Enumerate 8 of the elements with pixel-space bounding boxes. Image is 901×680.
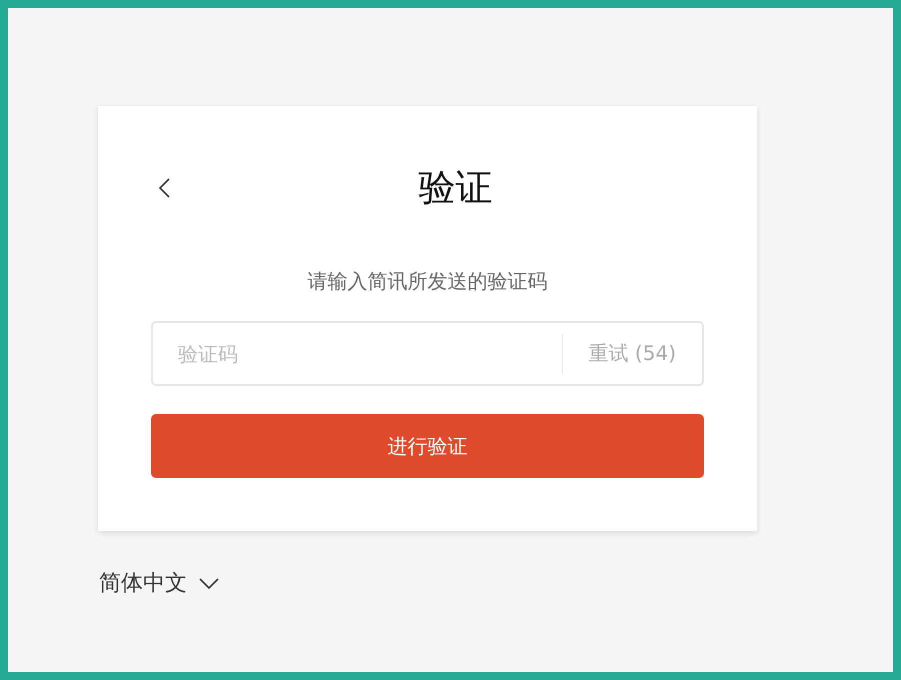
back-chevron-icon [158,178,170,198]
language-selector[interactable]: 简体中文 [99,571,219,597]
caret-down-icon [199,578,219,590]
instruction-text: 请输入简讯所发送的验证码 [306,268,548,295]
verify-button[interactable]: 进行验证 [151,414,704,478]
code-input-field[interactable]: 验证码 [153,323,562,384]
page-title: 验证 [418,166,492,210]
back-button[interactable] [158,178,170,198]
